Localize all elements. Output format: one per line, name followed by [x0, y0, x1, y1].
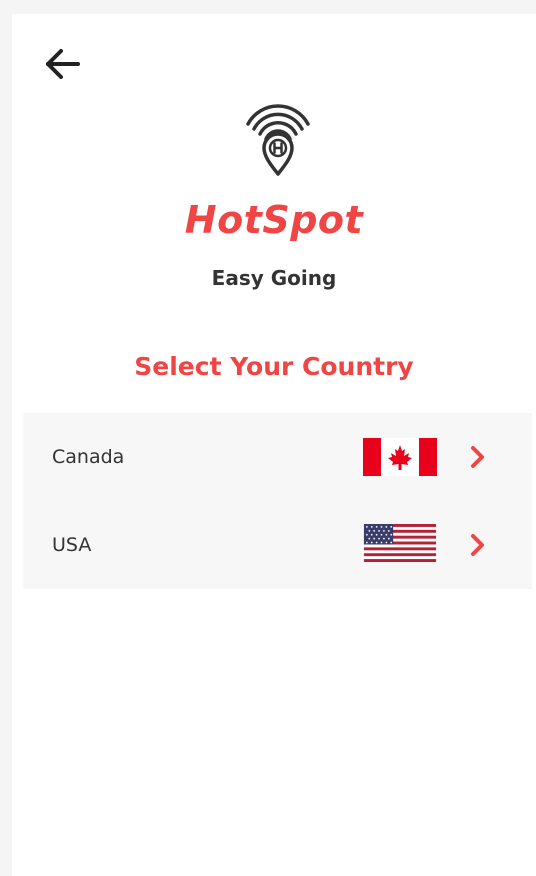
country-list: Canada USA: [23, 413, 532, 589]
chevron-right-icon: [471, 446, 484, 468]
country-item-usa[interactable]: USA: [23, 501, 532, 589]
canada-flag-icon: [363, 438, 437, 476]
brand-name: HotSpot: [184, 198, 364, 242]
country-item-canada[interactable]: Canada: [23, 413, 532, 501]
country-name: USA: [52, 534, 92, 556]
usa-flag-icon: [363, 524, 437, 562]
back-button[interactable]: [42, 46, 82, 82]
page-title: Select Your Country: [134, 352, 414, 381]
country-name: Canada: [52, 446, 125, 468]
brand-tagline: Easy Going: [211, 266, 337, 290]
arrow-left-icon: [46, 49, 80, 79]
app-screen: HotSpot Easy Going Select Your Country C…: [12, 14, 536, 876]
wifi-location-pin-h-icon: [246, 104, 310, 176]
chevron-right-icon: [471, 534, 484, 556]
